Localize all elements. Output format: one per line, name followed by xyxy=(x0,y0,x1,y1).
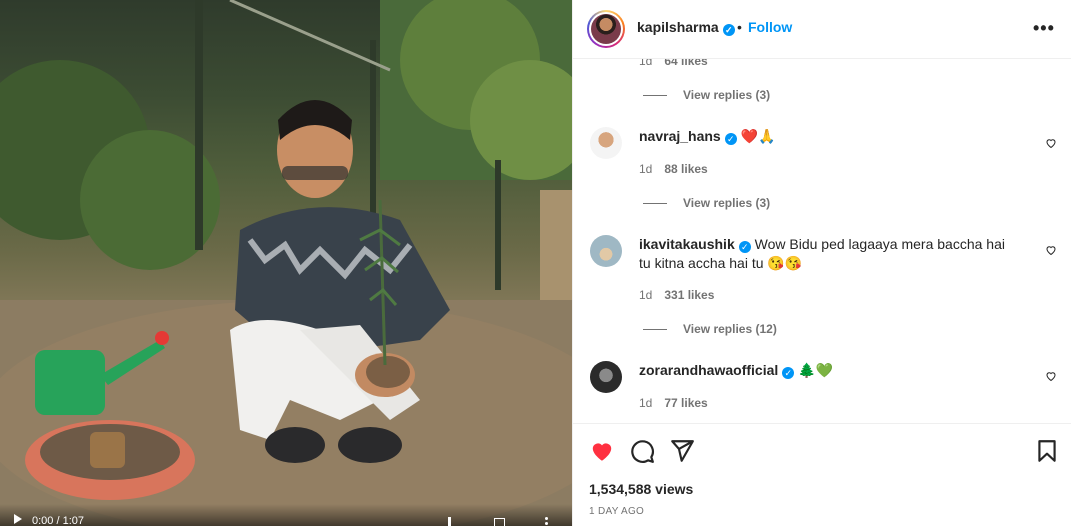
comment-text: ❤️🙏 xyxy=(740,128,776,144)
volume-icon[interactable] xyxy=(448,517,461,526)
video-time: 0:00 / 1:07 xyxy=(32,515,84,526)
play-icon[interactable] xyxy=(14,514,22,524)
follow-button[interactable]: Follow xyxy=(748,19,792,35)
comment-likes[interactable]: 64 likes xyxy=(664,59,707,68)
header-separator: • xyxy=(737,19,742,35)
verified-icon: ✓ xyxy=(724,133,737,145)
comment-likes[interactable]: 331 likes xyxy=(664,288,714,302)
commenter-username[interactable]: navraj_hans xyxy=(639,128,721,144)
post-side-panel: kapilsharma ✓ • Follow ••• 1d 64 likes Vie… xyxy=(572,0,1071,526)
comment-icon[interactable] xyxy=(629,438,655,464)
fullscreen-icon[interactable] xyxy=(494,518,505,526)
comment-likes[interactable]: 88 likes xyxy=(664,162,707,176)
video-controls: 0:00 / 1:07 xyxy=(0,504,572,526)
post-date[interactable]: 1 DAY AGO xyxy=(589,506,644,517)
view-count[interactable]: 1,534,588 views xyxy=(589,481,693,497)
comment-age: 1d xyxy=(639,59,653,68)
commenter-avatar[interactable] xyxy=(590,361,622,393)
verified-icon: ✓ xyxy=(738,241,751,253)
verified-icon: ✓ xyxy=(782,367,795,379)
comment-item: navraj_hans ✓ ❤️🙏 xyxy=(639,127,1019,146)
view-replies-button[interactable]: View replies (12) xyxy=(643,322,777,336)
share-icon[interactable] xyxy=(669,438,695,464)
comment-item: ikavitakaushik ✓ Wow Bidu ped lagaaya mer… xyxy=(639,235,1019,273)
video-more-icon[interactable] xyxy=(545,522,548,525)
commenter-username[interactable]: zorarandhawaofficial xyxy=(639,362,778,378)
post-video[interactable]: 0:00 / 1:07 xyxy=(0,0,572,526)
comments-list[interactable]: 1d 64 likes View replies (3) navraj_hans ✓… xyxy=(573,59,1071,423)
commenter-avatar[interactable] xyxy=(590,127,622,159)
replies-line xyxy=(643,329,667,331)
save-bookmark-icon[interactable] xyxy=(1034,438,1060,464)
comment-text: 🌲💚 xyxy=(798,362,834,378)
commenter-username[interactable]: ikavitakaushik xyxy=(639,236,735,252)
verified-icon: ✓ xyxy=(722,24,735,36)
author-avatar[interactable] xyxy=(587,10,625,48)
comment-likes[interactable]: 77 likes xyxy=(664,396,707,410)
comment-age: 1d xyxy=(639,396,653,410)
more-options-icon[interactable]: ••• xyxy=(1033,18,1055,39)
instagram-post-modal: 0:00 / 1:07 kapilsharma ✓ • Follow ••• 1d… xyxy=(0,0,1071,526)
comment-item: zorarandhawaofficial ✓ 🌲💚 xyxy=(639,361,1019,380)
comment-meta: 1d 331 likes xyxy=(639,288,714,302)
comment-meta: 1d 77 likes xyxy=(639,396,708,410)
post-actions: 1,534,588 views 1 DAY AGO xyxy=(573,423,1071,526)
comment-meta: 1d 88 likes xyxy=(639,162,708,176)
comment-meta: 1d 64 likes xyxy=(639,59,708,68)
comment-like-icon[interactable] xyxy=(1045,370,1057,382)
commenter-avatar[interactable] xyxy=(590,235,622,267)
view-replies-button[interactable]: View replies (3) xyxy=(643,196,770,210)
replies-line xyxy=(643,203,667,205)
replies-line xyxy=(643,95,667,97)
comment-like-icon[interactable] xyxy=(1045,244,1057,256)
video-frame xyxy=(0,0,572,526)
like-heart-icon[interactable] xyxy=(589,438,615,464)
comment-age: 1d xyxy=(639,288,653,302)
author-username[interactable]: kapilsharma ✓ xyxy=(637,19,735,36)
view-replies-button[interactable]: View replies (3) xyxy=(643,88,770,102)
comment-age: 1d xyxy=(639,162,653,176)
comment-like-icon[interactable] xyxy=(1045,137,1057,149)
post-header: kapilsharma ✓ • Follow ••• xyxy=(573,0,1071,59)
